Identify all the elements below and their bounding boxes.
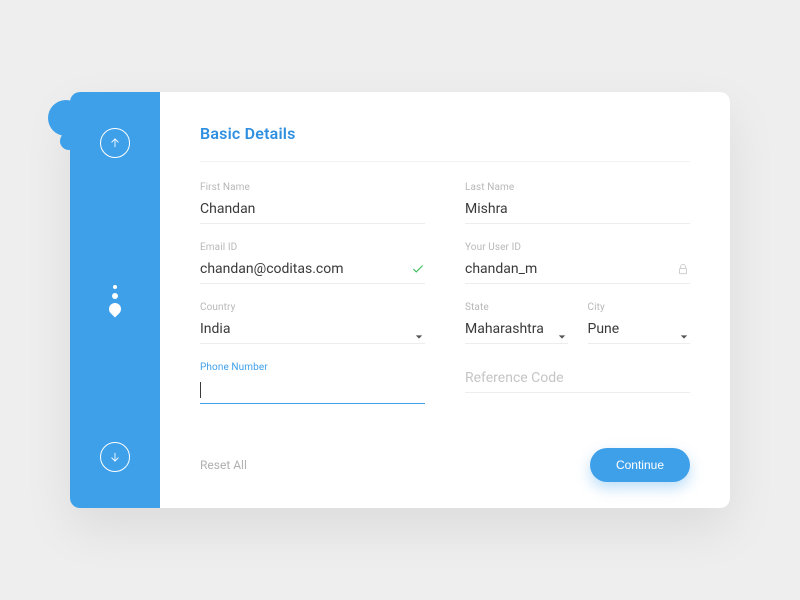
lock-icon <box>676 262 690 276</box>
form: First Name Last Name Email ID You <box>200 182 690 428</box>
last-name-label: Last Name <box>465 182 690 193</box>
user-id-field: Your User ID <box>465 242 690 284</box>
form-card: Basic Details First Name Last Name Email… <box>70 92 730 508</box>
first-name-field: First Name <box>200 182 425 224</box>
email-field: Email ID <box>200 242 425 284</box>
content-area: Basic Details First Name Last Name Email… <box>160 92 730 508</box>
city-select[interactable] <box>588 317 691 344</box>
country-field: Country <box>200 302 425 344</box>
last-name-input[interactable] <box>465 197 690 224</box>
prev-button[interactable] <box>100 128 130 158</box>
chevron-down-icon <box>415 326 423 334</box>
next-button[interactable] <box>100 442 130 472</box>
reset-button[interactable]: Reset All <box>200 458 247 472</box>
arrow-up-icon <box>108 136 122 150</box>
check-icon <box>411 262 425 276</box>
state-select[interactable] <box>465 317 568 344</box>
reference-field <box>465 362 690 404</box>
phone-label: Phone Number <box>200 362 425 373</box>
sidebar <box>70 92 160 508</box>
arrow-down-icon <box>108 450 122 464</box>
phone-field: Phone Number <box>200 362 425 404</box>
state-field: State <box>465 302 568 344</box>
chevron-down-icon <box>680 326 688 334</box>
user-id-input[interactable] <box>465 257 690 284</box>
continue-button[interactable]: Continue <box>590 448 690 482</box>
country-select[interactable] <box>200 317 425 344</box>
phone-input[interactable] <box>200 377 425 404</box>
sidebar-ornament <box>109 285 121 315</box>
city-field: City <box>588 302 691 344</box>
first-name-input[interactable] <box>200 197 425 224</box>
last-name-field: Last Name <box>465 182 690 224</box>
email-label: Email ID <box>200 242 425 253</box>
user-id-label: Your User ID <box>465 242 690 253</box>
email-input[interactable] <box>200 257 425 284</box>
first-name-label: First Name <box>200 182 425 193</box>
country-label: Country <box>200 302 425 313</box>
state-label: State <box>465 302 568 313</box>
footer: Reset All Continue <box>200 448 690 482</box>
city-label: City <box>588 302 691 313</box>
reference-input[interactable] <box>465 366 690 393</box>
page-title: Basic Details <box>200 124 690 162</box>
chevron-down-icon <box>558 326 566 334</box>
